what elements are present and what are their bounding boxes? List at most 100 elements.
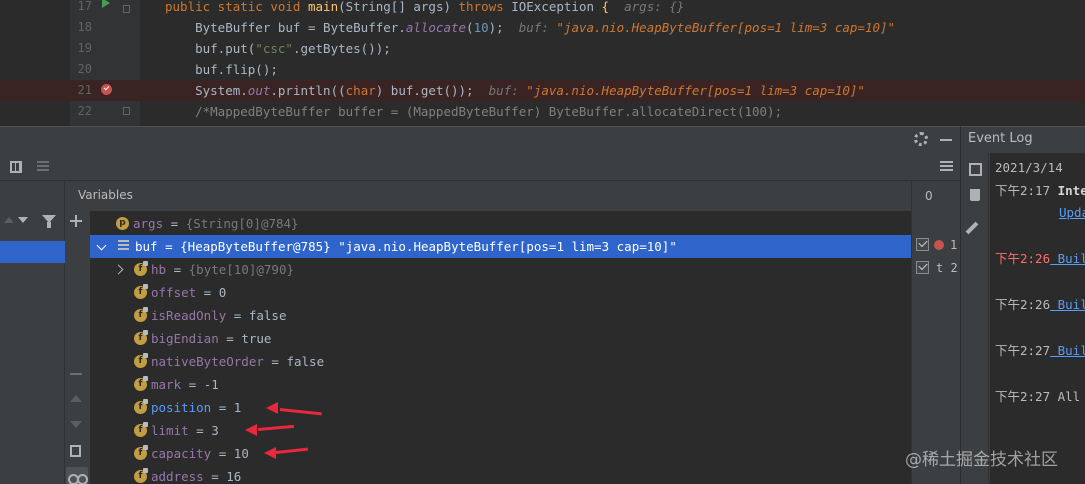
move-up-icon[interactable] [70, 395, 82, 402]
fold-marker-icon[interactable] [123, 5, 130, 13]
previous-frame-icon[interactable] [4, 217, 14, 223]
code-token: main [308, 0, 339, 14]
variable-row-isReadOnly[interactable]: f isReadOnly = false [90, 304, 911, 327]
line-number: 17 [77, 0, 92, 13]
gear-icon[interactable] [914, 132, 928, 146]
frames-grid-icon[interactable] [10, 161, 22, 173]
duplicate-watch-icon[interactable] [70, 445, 81, 457]
frames-pane [0, 181, 65, 484]
variable-name: isReadOnly [151, 308, 227, 323]
field-icon: f [134, 445, 148, 460]
watch-row[interactable]: 1 [912, 234, 960, 257]
variable-equals: = [203, 469, 227, 484]
code-token: /*MappedByteBuffer buffer = (MappedByteB… [165, 104, 783, 119]
watch-label: t 2 [936, 261, 958, 275]
fold-marker-icon[interactable] [123, 107, 130, 115]
variable-value: true [241, 331, 272, 346]
variable-row-mark[interactable]: f mark = -1 [90, 373, 911, 396]
variable-row-buf[interactable]: buf = {HeapByteBuffer@785} "java.nio.Hea… [90, 235, 911, 258]
variable-row-args[interactable]: p args = {String[0]@784} [90, 212, 911, 235]
event-message[interactable]: Buil [1050, 343, 1085, 358]
variable-text: position = 1 [151, 396, 241, 419]
field-icon: f [134, 376, 148, 391]
code-line: 21 System.out.println((char) buf.get());… [0, 80, 1085, 101]
code-line: 19 buf.put("csc".getBytes()); [0, 38, 1085, 59]
variable-text: capacity = 10 [151, 442, 249, 465]
remove-watch-minus-icon[interactable] [70, 373, 82, 375]
event-message[interactable]: Buil [1050, 251, 1085, 266]
event-sub-link[interactable]: Upda [1059, 204, 1085, 222]
object-icon [118, 240, 129, 252]
threads-list-icon[interactable] [37, 161, 49, 173]
debugger-toolbar [0, 153, 960, 181]
variable-name: args [133, 216, 164, 231]
code-text: /*MappedByteBuffer buffer = (MappedByteB… [165, 101, 782, 122]
event-message[interactable]: Buil [1050, 297, 1085, 312]
code-token: buf: [488, 83, 527, 98]
code-token: ); [488, 20, 519, 35]
variable-name: position [151, 400, 212, 415]
mark-read-check-icon[interactable] [969, 163, 982, 176]
code-token: buf: [518, 20, 557, 35]
watermark: @稀土掘金技术社区 [905, 450, 1058, 470]
variable-equals: = [263, 354, 287, 369]
variables-header: Variables [78, 188, 133, 202]
debugger-panel: Variables p args = {String[0]@784} buf = {… [0, 126, 960, 484]
collapsed-chevron-icon[interactable] [113, 264, 124, 275]
variable-row-bigEndian[interactable]: f bigEndian = true [90, 327, 911, 350]
field-icon: f [134, 307, 148, 322]
watch-row[interactable]: t 2 [912, 257, 960, 280]
variable-row-limit[interactable]: f limit = 3 [90, 419, 911, 442]
minimize-icon[interactable] [940, 139, 952, 141]
move-down-icon[interactable] [70, 421, 82, 428]
watch-breakpoint-icon [934, 240, 944, 250]
run-arrow-icon[interactable] [102, 0, 110, 8]
variable-equals: = [166, 262, 189, 277]
variable-row-nativeByteOrder[interactable]: f nativeByteOrder = false [90, 350, 911, 373]
watches-header-row [912, 211, 960, 234]
code-editor[interactable]: 17 public static void main(String[] args)… [0, 0, 1085, 126]
field-icon: f [134, 422, 148, 437]
layout-settings-icon[interactable] [940, 161, 953, 172]
code-text: buf.put("csc".getBytes()); [165, 38, 391, 59]
code-token: "java.nio.HeapByteBuffer[pos=1 lim=3 cap… [526, 83, 865, 98]
clear-trash-icon[interactable] [970, 189, 980, 201]
variable-value: 16 [226, 469, 242, 484]
code-token: buf.flip(); [165, 62, 278, 77]
variable-equals: = [218, 331, 242, 346]
variable-row-offset[interactable]: f offset = 0 [90, 281, 911, 304]
watch-enabled-checkbox[interactable] [916, 238, 929, 251]
event-time: 下午2:17 [995, 183, 1051, 198]
variable-row-position[interactable]: f position = 1 [90, 396, 911, 419]
code-token: { [601, 0, 610, 14]
line-number: 22 [77, 104, 92, 118]
code-token: ByteBuffer buf = ByteBuffer. [165, 20, 406, 35]
variables-tree[interactable]: p args = {String[0]@784} buf = {HeapByteBu… [90, 211, 911, 484]
annotation-arrowhead-position [266, 402, 278, 414]
variable-equals: = [196, 285, 219, 300]
watch-enabled-checkbox[interactable] [916, 261, 929, 274]
show-watches-glasses-icon[interactable] [66, 467, 88, 484]
variable-text: address = 16 [151, 465, 241, 484]
variable-equals: = [226, 308, 249, 323]
code-line: 17 public static void main(String[] args)… [0, 0, 1085, 17]
variable-equals: = [163, 216, 186, 231]
settings-wrench-icon[interactable] [965, 221, 979, 235]
field-icon: f [134, 284, 148, 299]
event-log-entry: 下午2:26 Buil [995, 250, 1085, 268]
event-log-entry: 下午2:26 Buil [995, 296, 1085, 314]
code-line: 20 buf.flip(); [0, 59, 1085, 80]
variable-equals: = [157, 239, 181, 254]
variable-equals: = [188, 423, 212, 438]
line-number: 21 [77, 83, 92, 97]
expanded-chevron-icon[interactable] [96, 240, 107, 251]
next-frame-icon[interactable] [18, 217, 28, 223]
variable-row-capacity[interactable]: f capacity = 10 [90, 442, 911, 465]
new-watch-plus-icon[interactable] [70, 215, 82, 227]
variable-name: hb [151, 262, 167, 277]
variable-row-hb[interactable]: f hb = {byte[10]@790} [90, 258, 911, 281]
selected-frame-row[interactable] [0, 241, 65, 263]
variable-row-address[interactable]: f address = 16 [90, 465, 911, 484]
variable-text: nativeByteOrder = false [151, 350, 324, 373]
variable-value: "java.nio.HeapByteBuffer[pos=1 lim=3 cap… [338, 239, 677, 254]
